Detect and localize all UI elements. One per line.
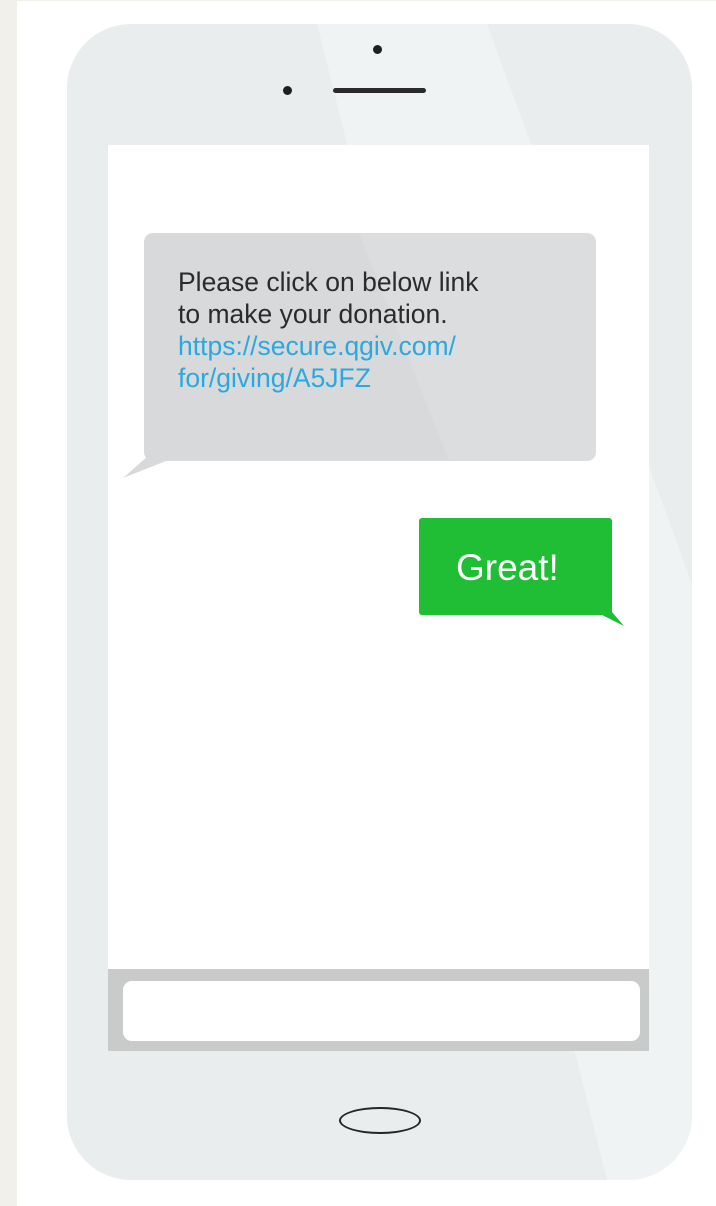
incoming-message-text: Please click on below link to make your … — [178, 266, 578, 394]
home-button[interactable] — [339, 1107, 421, 1134]
front-camera-icon — [373, 45, 382, 54]
proximity-sensor-icon — [283, 86, 292, 95]
outgoing-message-text: Great! — [456, 547, 559, 588]
message-line: to make your donation. — [178, 299, 448, 329]
earpiece-speaker-icon — [333, 88, 426, 93]
message-line: Please click on below link — [178, 267, 479, 297]
donation-link[interactable]: for/giving/A5JFZ — [178, 362, 578, 394]
message-input[interactable] — [123, 981, 640, 1041]
donation-link[interactable]: https://secure.qgiv.com/ — [178, 330, 578, 362]
